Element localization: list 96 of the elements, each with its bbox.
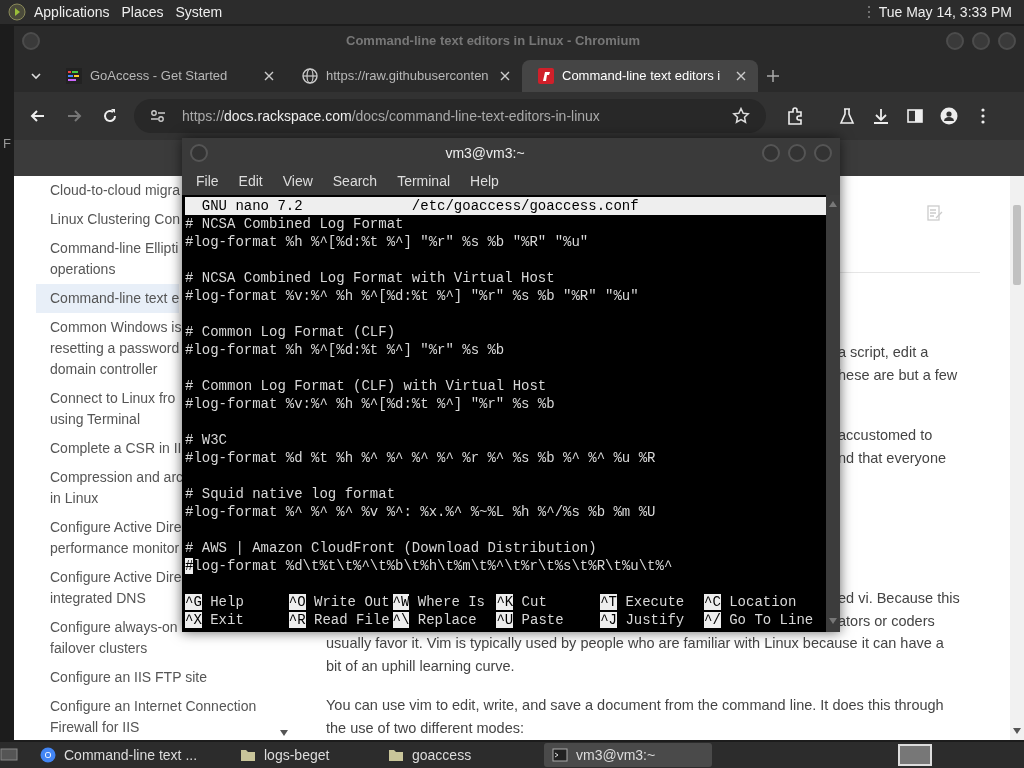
reload-icon <box>101 107 119 125</box>
workspace-switcher-icon[interactable] <box>898 744 932 766</box>
shortcut-hint: ^W Where Is <box>392 593 486 611</box>
browser-tab[interactable]: GoAccess - Get Started <box>50 60 286 92</box>
shortcut-hint: ^X Exit <box>185 611 244 629</box>
show-desktop-icon[interactable] <box>0 748 18 762</box>
menu-item[interactable]: Terminal <box>387 171 461 192</box>
folder-icon <box>388 747 404 763</box>
shortcut-hint: ^/ Go To Line <box>704 611 814 629</box>
chart-favicon-icon <box>66 68 82 84</box>
clock[interactable]: Tue May 14, 3:33 PM <box>878 1 1012 23</box>
flask-icon[interactable] <box>838 107 856 125</box>
sidebar-link[interactable]: Compression and arc in Linux <box>36 463 184 513</box>
sidebar-link[interactable]: Configure an IIS FTP site <box>36 663 207 692</box>
paragraph-text: accustomed to <box>838 426 933 445</box>
comment-line: # NCSA Combined Log Format <box>185 215 405 233</box>
code-line: #log-format %d\t%t\t%^\t%b\t%h\t%m\t%^\t%r\t%s\t%R\t%u\t%^ <box>185 557 674 575</box>
code-line: #log-format %^ %^ %^ %v %^: %x.%^ %~%L %h %^/%s %b %m %U <box>185 503 657 521</box>
sidebar-link[interactable]: Linux Clustering Con <box>36 205 180 234</box>
side-panel-icon[interactable] <box>906 107 924 125</box>
paragraph-text: bit of an uphill learning curve. <box>326 656 515 676</box>
address-bar[interactable]: https://docs.rackspace.com/docs/command-line-text-editors-in-linux <box>134 99 766 133</box>
panel-menu[interactable]: Applications <box>34 1 110 23</box>
scroll-down-icon[interactable] <box>280 730 288 736</box>
terminal-icon <box>552 747 568 763</box>
desktop-icon-label: F <box>3 135 11 153</box>
comment-line: # Common Log Format (CLF) <box>185 323 397 341</box>
shortcut-hint: ^U Paste <box>496 611 564 629</box>
code-line: #log-format %d %t %h %^ %^ %^ %^ %r %^ %s %b %^ %^ %u %R <box>185 449 657 467</box>
window-title: Command-line text editors in Linux - Chromium <box>345 32 641 51</box>
close-icon[interactable] <box>264 71 274 81</box>
panel-menu[interactable]: Places <box>121 1 164 23</box>
panel-menu[interactable]: System <box>175 1 223 23</box>
scroll-up-icon[interactable] <box>829 201 837 207</box>
menu-item[interactable]: Edit <box>228 171 273 192</box>
comment-line: # AWS | Amazon CloudFront (Download Distribution) <box>185 539 598 557</box>
comment-line: # Squid native log format <box>185 485 397 503</box>
paragraph-text: You can use vim to edit, write, and save a document from the command line. It does this through <box>326 696 944 715</box>
taskbar-button[interactable]: Command-line text ... <box>32 743 224 767</box>
browser-tab[interactable]: Command-line text editors i <box>522 60 758 92</box>
site-settings-icon[interactable] <box>150 109 166 123</box>
paragraph-text: ators or coders <box>838 611 935 631</box>
taskbar-button[interactable]: logs-beget <box>232 743 372 767</box>
new-tab-icon[interactable] <box>766 69 780 83</box>
code-line: #log-format %v:%^ %h %^[%d:%t %^] "%r" %s %b "%R" "%u" <box>185 287 640 305</box>
sidebar-link[interactable]: Command-line text e <box>36 284 180 313</box>
comment-line: # Common Log Format (CLF) with Virtual Host <box>185 377 548 395</box>
sidebar-link[interactable]: Complete a CSR in II <box>36 434 182 463</box>
taskbar-button[interactable]: vm3@vm3:~ <box>544 743 712 767</box>
menu-item[interactable]: Search <box>322 171 388 192</box>
browser-icon <box>40 747 56 763</box>
extensions-icon[interactable] <box>786 107 804 125</box>
window-title: vm3@vm3:~ <box>444 143 526 163</box>
globe-icon <box>302 68 318 84</box>
taskbar-button[interactable]: goaccess <box>380 743 536 767</box>
sidebar-link[interactable]: Command-line Ellipti operations <box>36 234 179 284</box>
download-icon[interactable] <box>872 107 890 125</box>
close-icon[interactable] <box>500 71 510 81</box>
shortcut-hint: ^R Read File <box>288 611 390 629</box>
panel-handle-icon <box>866 5 871 19</box>
folder-icon <box>240 747 256 763</box>
sidebar-link[interactable]: Configure always-on failover clusters <box>36 613 178 663</box>
editor-version: GNU nano 7.2 <box>201 197 303 215</box>
menu-item[interactable]: View <box>272 171 323 192</box>
shortcut-hint: ^\ Replace <box>392 611 477 629</box>
shortcut-hint: ^G Help <box>185 593 244 611</box>
sidebar-link[interactable]: Common Windows is resetting a password domain controller <box>36 313 182 384</box>
scroll-down-icon[interactable] <box>1013 728 1021 734</box>
shortcut-hint: ^T Execute <box>600 593 685 611</box>
browser-tab[interactable]: https://raw.githubuserconten <box>286 60 522 92</box>
comment-line: # W3C <box>185 431 228 449</box>
paragraph-text: usually favor it. Vim is typically used by people who are familiar with Linux because it can have a <box>326 634 944 653</box>
shortcut-hint: ^O Write Out <box>288 593 390 611</box>
shortcut-hint: ^C Location <box>704 593 797 611</box>
menu-item[interactable]: Help <box>460 171 509 192</box>
code-line: #log-format %h %^[%d:%t %^] "%r" %s %b <box>185 341 506 359</box>
shortcut-hint: ^J Justify <box>600 611 685 629</box>
file-path: /etc/goaccess/goaccess.conf <box>411 197 639 215</box>
paragraph-text: the use of two different modes: <box>326 718 524 738</box>
app-menu-icon[interactable] <box>8 3 26 21</box>
code-line: #log-format %h %^[%d:%t %^] "%r" %s %b "%R" "%u" <box>185 233 590 251</box>
sidebar-link[interactable]: Cloud-to-cloud migra <box>36 176 180 205</box>
site-logo-icon <box>538 68 554 84</box>
code-line: #log-format %v:%^ %h %^[%d:%t %^] "%r" %s %b <box>185 395 556 413</box>
menu-item[interactable]: File <box>186 171 229 192</box>
sidebar-link[interactable]: Configure Active Dire integrated DNS <box>36 563 182 613</box>
sidebar-link[interactable]: Configure Active Dire performance monitor <box>36 513 182 563</box>
scrollbar-thumb[interactable] <box>1013 205 1021 285</box>
shortcut-hint: ^K Cut <box>496 593 547 611</box>
star-icon[interactable] <box>732 107 750 125</box>
close-icon[interactable] <box>736 71 746 81</box>
tab-search-icon[interactable] <box>30 70 42 82</box>
sidebar-link[interactable]: Configure an Internet Connection Firewall for IIS <box>36 692 257 742</box>
comment-line: # NCSA Combined Log Format with Virtual Host <box>185 269 556 287</box>
profile-icon[interactable] <box>940 107 958 125</box>
sidebar-link[interactable]: Connect to Linux fro using Terminal <box>36 384 176 434</box>
